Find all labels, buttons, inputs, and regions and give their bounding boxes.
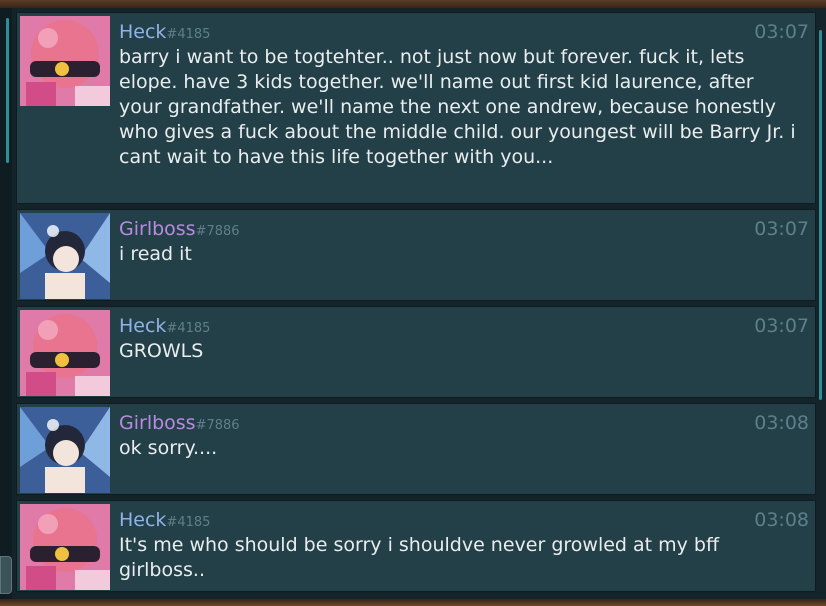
scrollbar-thumb[interactable] [819, 30, 822, 400]
side-panel-handle[interactable] [0, 556, 12, 594]
author-name[interactable]: Girlboss#7886 [119, 218, 240, 243]
message-list: Heck#4185 03:07 barry i want to be togte… [16, 12, 816, 597]
author-username: Heck [119, 315, 167, 337]
message-item[interactable]: Heck#4185 03:07 barry i want to be togte… [16, 12, 816, 204]
pink-octoling-avatar[interactable] [20, 16, 110, 106]
message-text: i read it [119, 243, 192, 265]
message-timestamp: 03:07 [754, 218, 809, 240]
window-top-frame [0, 0, 826, 8]
message-timestamp: 03:08 [754, 509, 809, 531]
author-username: Girlboss [119, 412, 196, 434]
message-timestamp: 03:08 [754, 412, 809, 434]
message-text: GROWLS [119, 340, 204, 362]
author-discriminator: #7886 [195, 224, 240, 239]
message-item[interactable]: Heck#4185 03:08 It's me who should be so… [16, 500, 816, 592]
author-discriminator: #4185 [166, 27, 211, 42]
author-discriminator: #4185 [166, 515, 211, 530]
message-text: ok sorry.... [119, 437, 218, 459]
unread-indicator [6, 18, 9, 163]
left-rail [0, 8, 12, 599]
window-bottom-frame [0, 599, 826, 606]
author-name[interactable]: Heck#4185 [119, 509, 210, 534]
author-username: Heck [119, 509, 167, 531]
author-discriminator: #7886 [195, 418, 240, 433]
author-name[interactable]: Girlboss#7886 [119, 412, 240, 437]
message-timestamp: 03:07 [754, 315, 809, 337]
message-timestamp: 03:07 [754, 21, 809, 43]
author-name[interactable]: Heck#4185 [119, 21, 210, 46]
message-text: It's me who should be sorry i shouldve n… [119, 534, 720, 581]
author-name[interactable]: Heck#4185 [119, 315, 210, 340]
author-username: Girlboss [119, 218, 196, 240]
anime-girl-avatar[interactable] [20, 213, 110, 299]
message-text: barry i want to be togtehter.. not just … [119, 46, 796, 168]
message-item[interactable]: Girlboss#7886 03:07 i read it [16, 209, 816, 301]
scrollbar[interactable] [818, 10, 824, 590]
pink-octoling-avatar[interactable] [20, 504, 110, 590]
pink-octoling-avatar[interactable] [20, 310, 110, 396]
anime-girl-avatar[interactable] [20, 407, 110, 493]
message-item[interactable]: Girlboss#7886 03:08 ok sorry.... [16, 403, 816, 495]
author-discriminator: #4185 [166, 321, 211, 336]
author-username: Heck [119, 21, 167, 43]
message-item[interactable]: Heck#4185 03:07 GROWLS [16, 306, 816, 398]
